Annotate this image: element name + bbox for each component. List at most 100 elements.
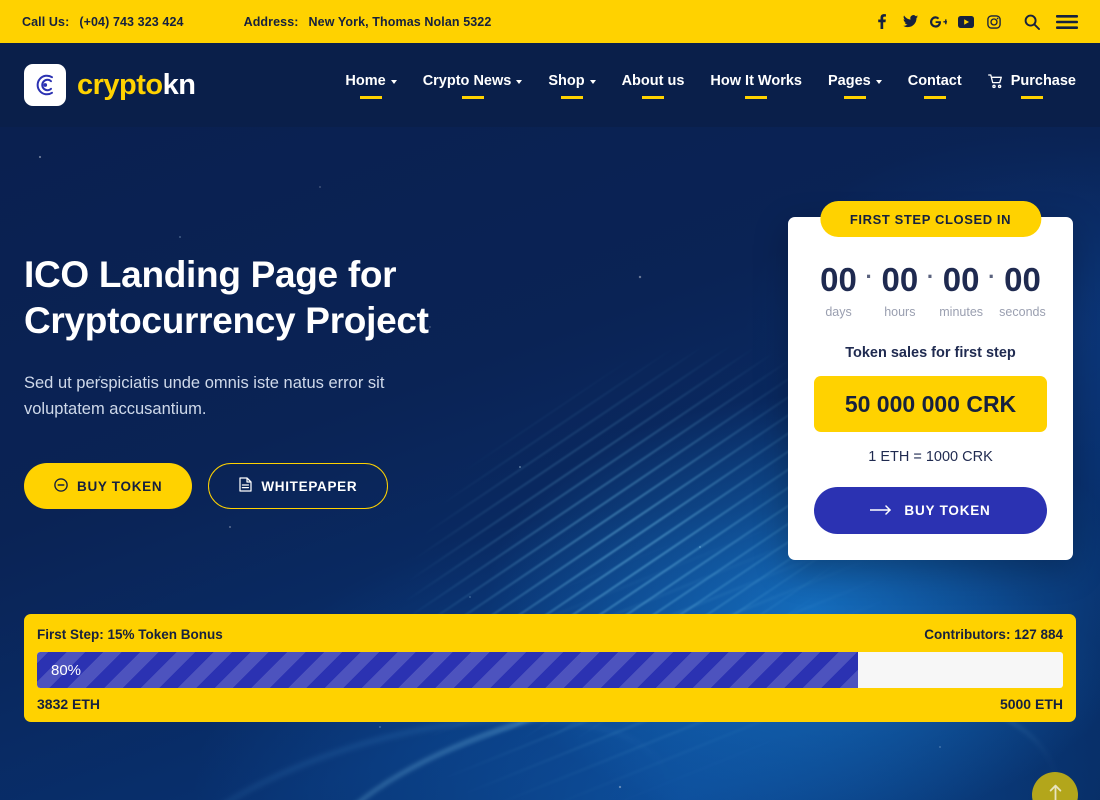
whitepaper-label: WHITEPAPER bbox=[261, 478, 358, 494]
nav-row: Contact bbox=[908, 73, 962, 89]
youtube-icon[interactable] bbox=[952, 9, 980, 35]
nav-item-crypto-news[interactable]: Crypto News bbox=[423, 71, 523, 99]
nav-item-about-us[interactable]: About us bbox=[622, 71, 685, 99]
progress-bar-track: 80% bbox=[37, 652, 1063, 688]
countdown-label: minutes bbox=[939, 305, 984, 319]
nav-item-how-it-works[interactable]: How It Works bbox=[710, 71, 802, 99]
arrow-right-icon bbox=[869, 503, 892, 518]
countdown-value: 00 bbox=[1004, 261, 1041, 298]
facebook-icon[interactable] bbox=[868, 9, 896, 35]
nav-item-shop[interactable]: Shop bbox=[548, 71, 596, 99]
countdown-separator: · bbox=[926, 264, 935, 289]
hero-section: ICO Landing Page for Cryptocurrency Proj… bbox=[0, 127, 1100, 800]
google-plus-icon[interactable] bbox=[924, 9, 952, 35]
nav-item-pages[interactable]: Pages bbox=[828, 71, 882, 99]
countdown-unit-days: 00 days bbox=[814, 263, 863, 319]
instagram-icon[interactable] bbox=[980, 9, 1008, 35]
progress-footer: 3832 ETH 5000 ETH bbox=[37, 696, 1063, 712]
countdown-unit-minutes: 00 minutes bbox=[937, 263, 986, 319]
hero-actions: BUY TOKEN WHITEPAPER bbox=[24, 463, 494, 510]
hero-subtitle: Sed ut perspiciatis unde omnis iste natu… bbox=[24, 370, 494, 423]
logo-text-first: crypto bbox=[77, 68, 163, 101]
nav-label: How It Works bbox=[710, 73, 802, 89]
countdown-value: 00 bbox=[881, 261, 919, 298]
progress-min-eth: 3832 ETH bbox=[37, 696, 101, 712]
nav-label: About us bbox=[621, 73, 685, 89]
nav-underline bbox=[923, 96, 946, 99]
arrow-up-icon bbox=[1049, 784, 1062, 800]
nav-item-home[interactable]: Home bbox=[345, 71, 397, 99]
twitter-icon[interactable] bbox=[896, 9, 924, 35]
hero-title-line-2: Cryptocurrency Project bbox=[24, 299, 429, 341]
hero-copy: ICO Landing Page for Cryptocurrency Proj… bbox=[24, 252, 494, 510]
phone-number[interactable]: (+04) 743 323 424 bbox=[79, 15, 183, 29]
nav-label: Purchase bbox=[1010, 73, 1076, 89]
chevron-down-icon bbox=[516, 80, 523, 84]
nav-row: Shop bbox=[548, 73, 596, 89]
nav-row: About us bbox=[622, 73, 685, 89]
logo-text-second: kn bbox=[162, 68, 196, 101]
call-us-label: Call Us: bbox=[22, 14, 70, 29]
nav-label: Pages bbox=[827, 73, 871, 89]
logo[interactable]: cryptokn bbox=[24, 64, 196, 106]
progress-header: First Step: 15% Token Bonus Contributors… bbox=[37, 627, 1063, 642]
nav-row: How It Works bbox=[710, 73, 802, 89]
progress-title: First Step: 15% Token Bonus bbox=[37, 627, 223, 642]
chevron-down-icon bbox=[589, 80, 596, 84]
nav-label: Home bbox=[345, 73, 386, 89]
nav-label: Shop bbox=[548, 73, 585, 89]
top-bar-actions bbox=[868, 9, 1078, 35]
progress-bar-fill: 80% bbox=[37, 652, 858, 688]
nav-row: Crypto News bbox=[423, 73, 523, 89]
card-buy-token-button[interactable]: BUY TOKEN bbox=[814, 487, 1047, 534]
countdown-label: days bbox=[825, 305, 852, 319]
progress-panel: First Step: 15% Token Bonus Contributors… bbox=[24, 614, 1076, 722]
hero-subtitle-line-1: Sed ut perspiciatis unde omnis iste natu… bbox=[24, 373, 385, 392]
countdown-separator: · bbox=[988, 264, 996, 289]
nav-item-purchase[interactable]: Purchase bbox=[987, 71, 1076, 99]
first-step-badge: FIRST STEP CLOSED IN bbox=[819, 201, 1042, 237]
countdown-value: 00 bbox=[942, 261, 980, 298]
nav-underline bbox=[461, 96, 484, 99]
nav-underline bbox=[745, 96, 768, 99]
page-title: ICO Landing Page for Cryptocurrency Proj… bbox=[24, 252, 494, 344]
countdown-value: 00 bbox=[820, 261, 857, 298]
countdown-unit-seconds: 00 seconds bbox=[998, 263, 1047, 319]
logo-text: cryptokn bbox=[77, 68, 196, 102]
site-header: cryptokn Home Crypto News Shop About us … bbox=[0, 43, 1100, 127]
progress-max-eth: 5000 ETH bbox=[999, 696, 1063, 712]
nav-underline bbox=[360, 96, 383, 99]
nav-row: Purchase bbox=[987, 73, 1076, 89]
nav-row: Pages bbox=[828, 73, 882, 89]
nav-row: Home bbox=[345, 73, 397, 89]
whitepaper-button[interactable]: WHITEPAPER bbox=[208, 463, 389, 510]
scroll-to-top-button[interactable] bbox=[1032, 772, 1078, 800]
hero-subtitle-line-2: voluptatem accusantium. bbox=[24, 400, 207, 419]
nav-label: Crypto News bbox=[422, 73, 512, 89]
document-icon bbox=[239, 477, 252, 495]
contributors-count: Contributors: 127 884 bbox=[924, 627, 1063, 642]
chevron-down-icon bbox=[875, 80, 882, 84]
hamburger-menu-icon[interactable] bbox=[1056, 14, 1078, 30]
token-sales-label: Token sales for first step bbox=[845, 345, 1016, 361]
nav-underline bbox=[641, 96, 664, 99]
address-value: New York, Thomas Nolan 5322 bbox=[308, 14, 492, 29]
top-bar-contact: Call Us: (+04) 743 323 424 Address: New … bbox=[22, 15, 491, 29]
buy-token-button[interactable]: BUY TOKEN bbox=[24, 463, 193, 510]
card-buy-token-label: BUY TOKEN bbox=[904, 503, 991, 518]
chevron-down-icon bbox=[390, 80, 397, 84]
address-label: Address: bbox=[243, 14, 299, 29]
shopping-cart-icon bbox=[987, 73, 1003, 89]
countdown-label: hours bbox=[884, 305, 916, 319]
token-sale-card: FIRST STEP CLOSED IN 00 days · 00 hours … bbox=[788, 201, 1073, 560]
main-navigation: Home Crypto News Shop About us How It Wo… bbox=[345, 71, 1076, 99]
top-bar: Call Us: (+04) 743 323 424 Address: New … bbox=[0, 0, 1100, 43]
countdown-unit-hours: 00 hours bbox=[875, 263, 924, 319]
nav-item-contact[interactable]: Contact bbox=[908, 71, 962, 99]
progress-percent-label: 80% bbox=[51, 661, 82, 679]
hero-title-line-1: ICO Landing Page for bbox=[24, 254, 397, 295]
nav-label: Contact bbox=[907, 73, 962, 89]
nav-underline bbox=[843, 96, 866, 99]
search-icon[interactable] bbox=[1024, 14, 1040, 30]
token-icon bbox=[54, 477, 68, 495]
